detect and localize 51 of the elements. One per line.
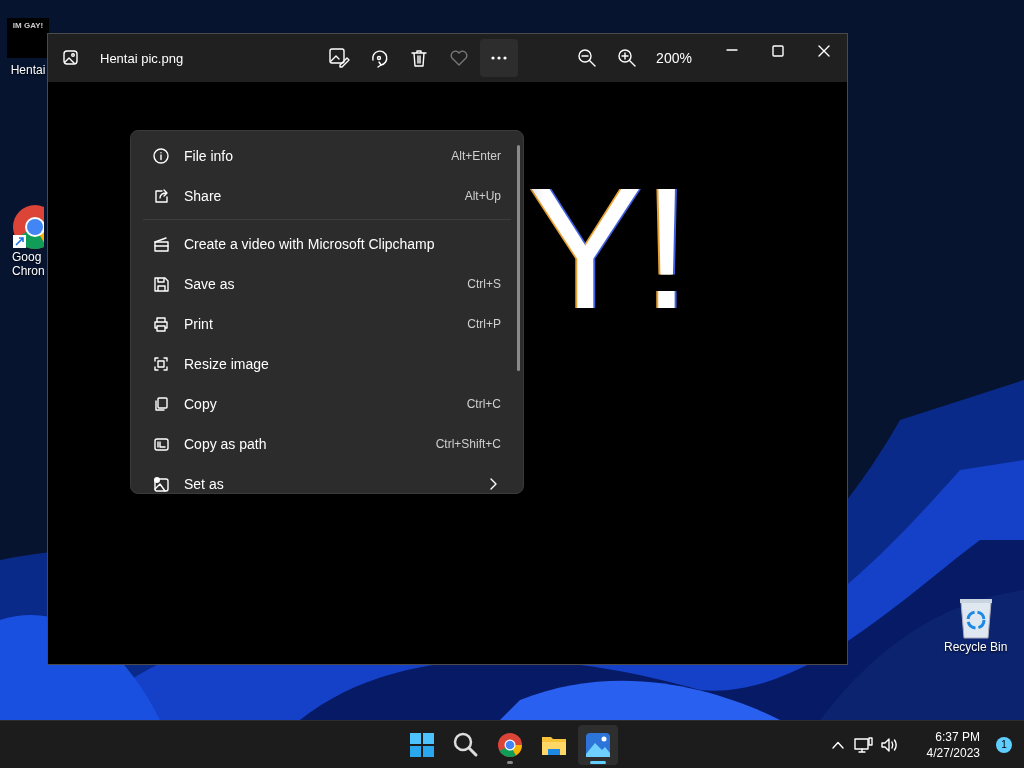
windows-icon (409, 731, 435, 758)
menu-item[interactable]: File info Alt+Enter (135, 136, 511, 176)
icon-label: Hentai (10, 63, 46, 77)
menu-item[interactable]: Create a video with Microsoft Clipchamp (135, 224, 511, 264)
image-text: Y! (528, 162, 691, 334)
file-thumbnail[interactable]: IM GAY! (7, 18, 49, 58)
path-icon (153, 435, 170, 453)
info-icon (153, 147, 170, 165)
shortcut-text: Ctrl+P (467, 317, 501, 331)
edit-image-icon (328, 47, 350, 69)
shortcut-text: Ctrl+S (467, 277, 501, 291)
maximize-icon (772, 45, 784, 57)
more-icon (491, 56, 507, 60)
zoom-level: 200% (655, 50, 693, 66)
picture-icon (153, 475, 170, 493)
network-icon (854, 735, 874, 754)
menu-item[interactable]: Set as (135, 464, 511, 493)
shortcut-text: Alt+Enter (451, 149, 501, 163)
search-icon (453, 731, 479, 758)
photos-icon (585, 731, 611, 758)
share-icon (153, 187, 170, 205)
resize-icon (153, 355, 170, 373)
save-icon (153, 275, 170, 293)
icon-label: Goog (12, 250, 42, 264)
delete-icon (408, 47, 430, 69)
clock[interactable]: 6:37 PM 4/27/2023 (920, 724, 986, 765)
print-icon (153, 315, 170, 333)
menu-item[interactable]: Share Alt+Up (135, 176, 511, 216)
zoom-out-icon (577, 48, 597, 68)
menu-item[interactable]: Copy Ctrl+C (135, 384, 511, 424)
menu-item[interactable]: Copy as path Ctrl+Shift+C (135, 424, 511, 464)
notification-badge[interactable]: 1 (996, 736, 1012, 753)
more-button[interactable] (480, 39, 518, 77)
clapperboard-icon (153, 235, 170, 253)
close-icon (818, 45, 830, 57)
scrollbar[interactable] (517, 145, 520, 371)
zoom-in-icon (617, 48, 637, 68)
copy-icon (153, 395, 170, 413)
menu-item[interactable]: Print Ctrl+P (135, 304, 511, 344)
window-title: Hentai pic.png (100, 50, 184, 66)
menu-item[interactable]: Save as Ctrl+S (135, 264, 511, 304)
shortcut-text: Alt+Up (464, 189, 501, 203)
chrome-icon (497, 731, 523, 758)
photos-taskbar-button[interactable] (578, 724, 618, 765)
icon-label: Recycle Bin (944, 640, 1008, 654)
icon-label: Chron (12, 264, 45, 278)
shortcut-text: Ctrl+Shift+C (435, 437, 501, 451)
shortcut-text: Ctrl+C (466, 397, 501, 411)
photo-app-icon (63, 50, 79, 66)
menu-item[interactable]: Resize image (135, 344, 511, 384)
chevron-up-icon (831, 740, 844, 749)
